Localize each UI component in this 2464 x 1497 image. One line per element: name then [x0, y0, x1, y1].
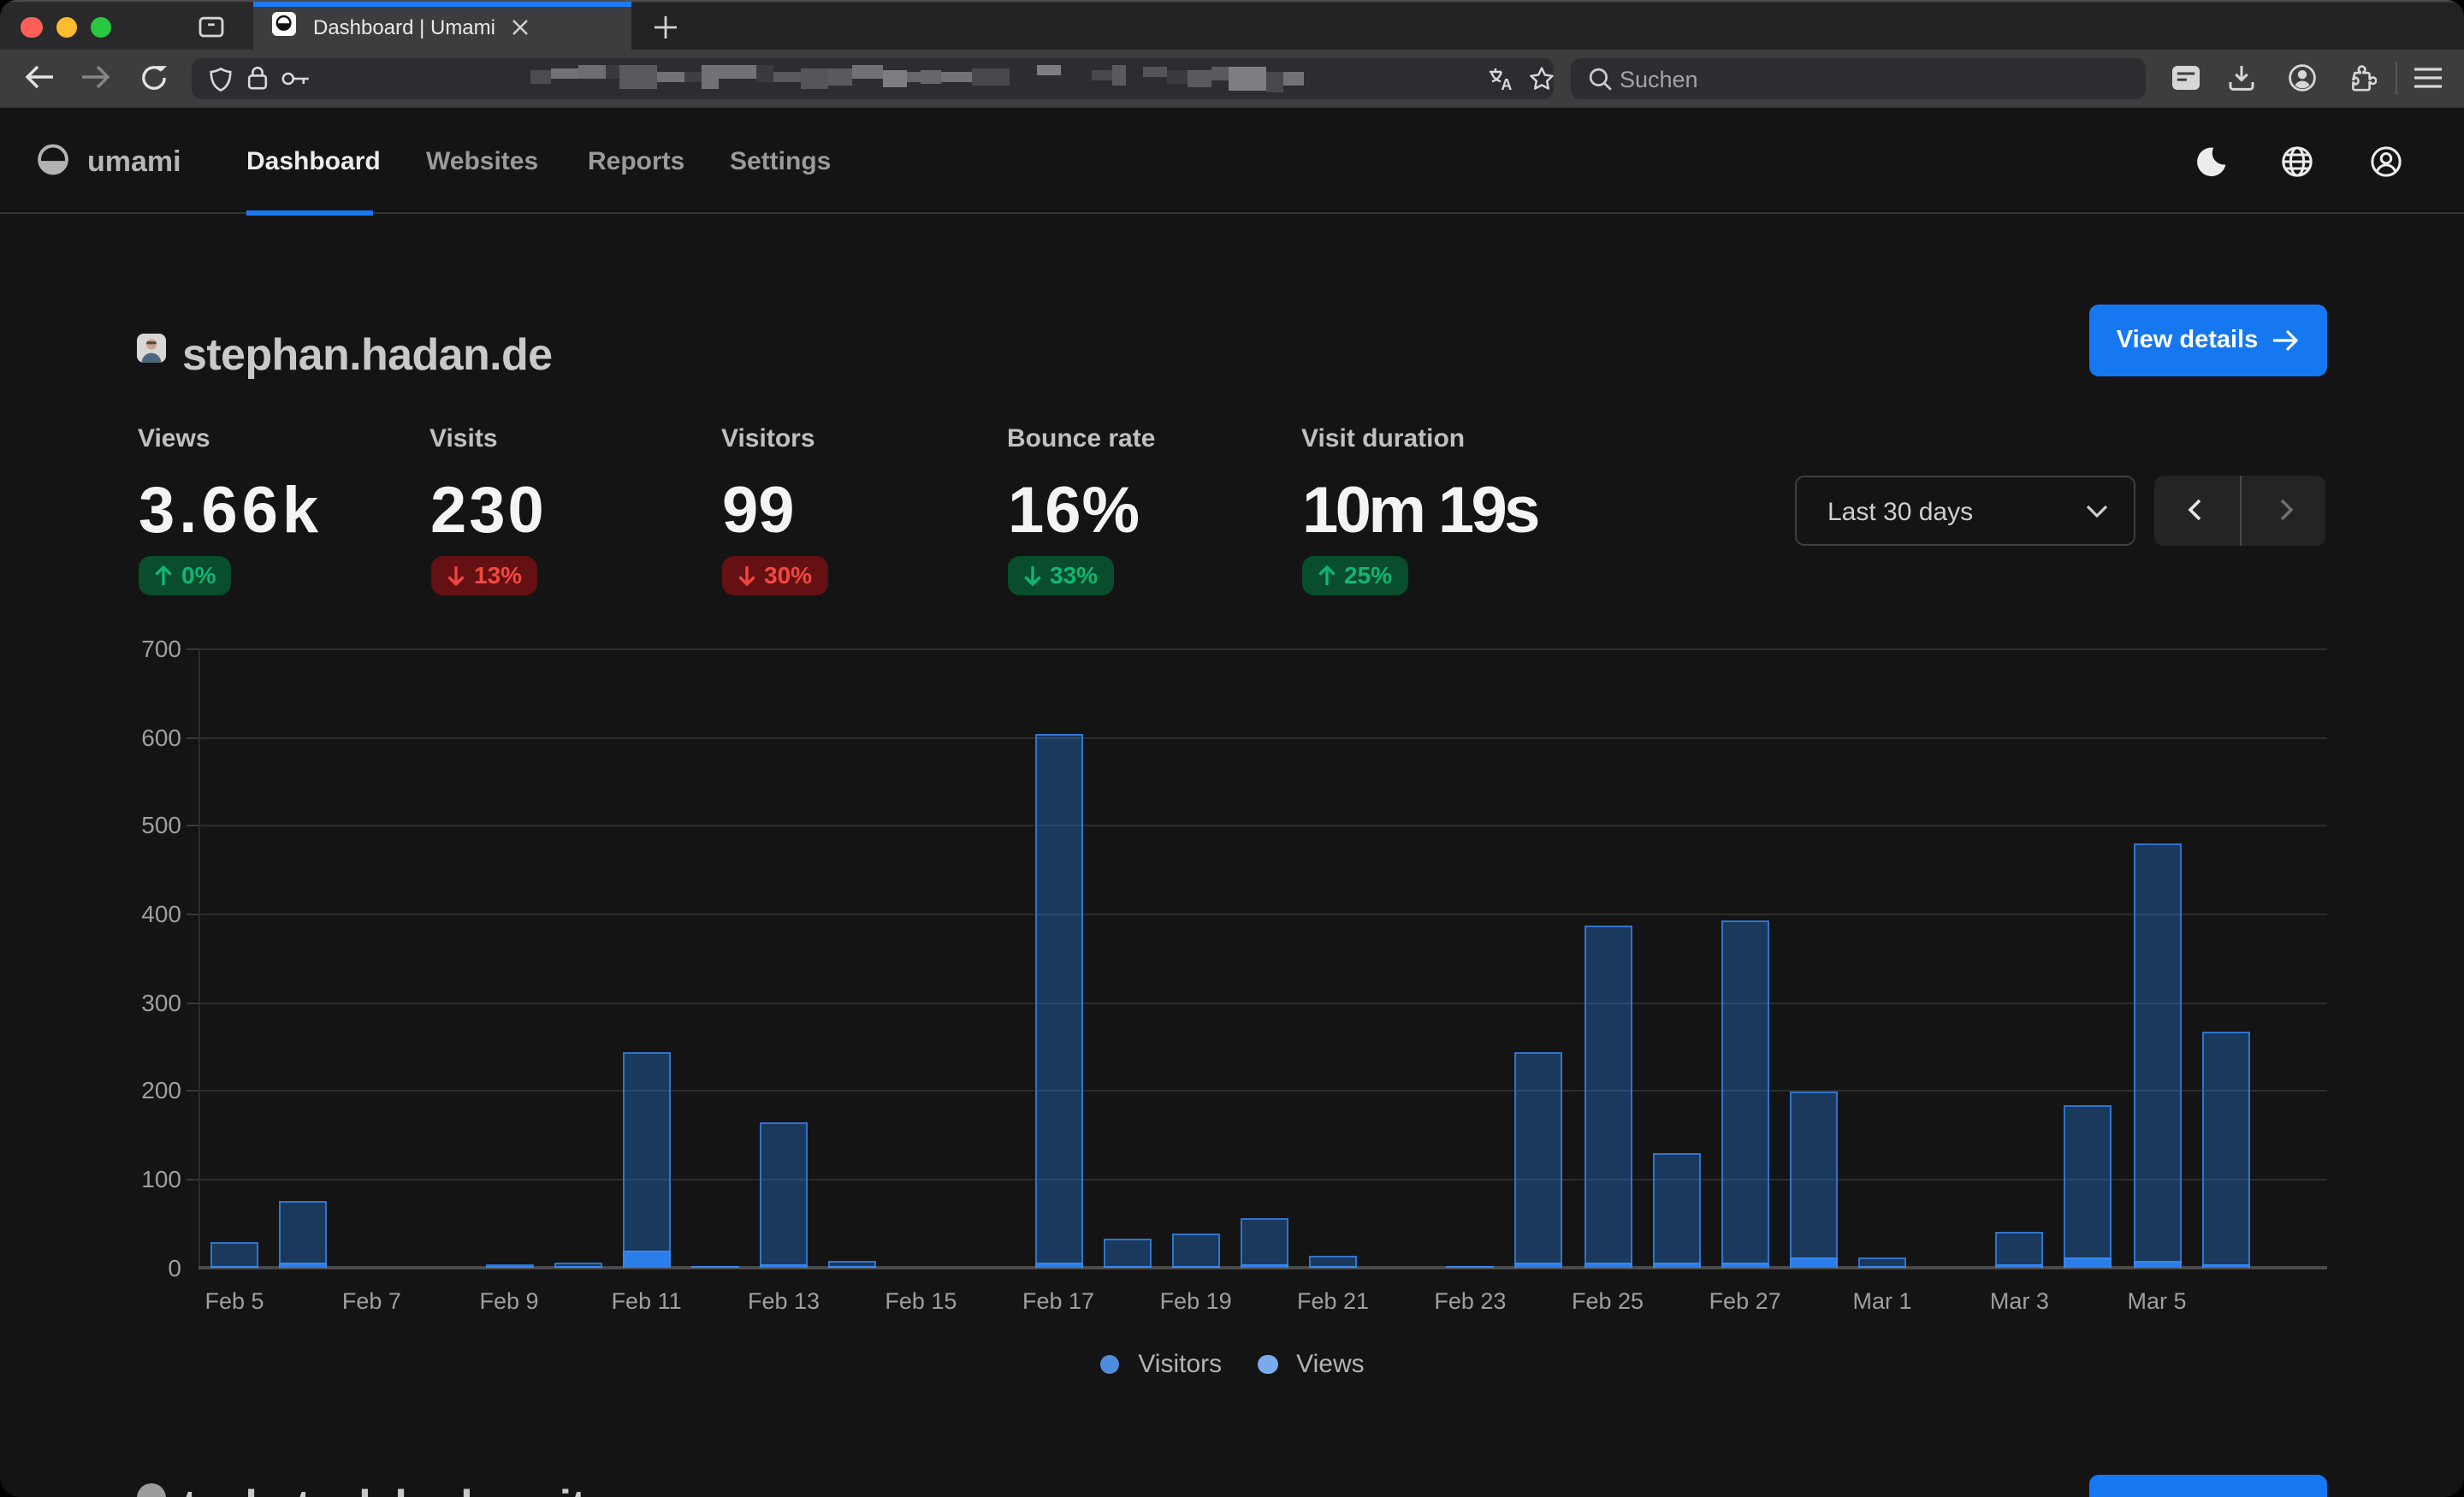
svg-text:A: A [1501, 75, 1512, 92]
